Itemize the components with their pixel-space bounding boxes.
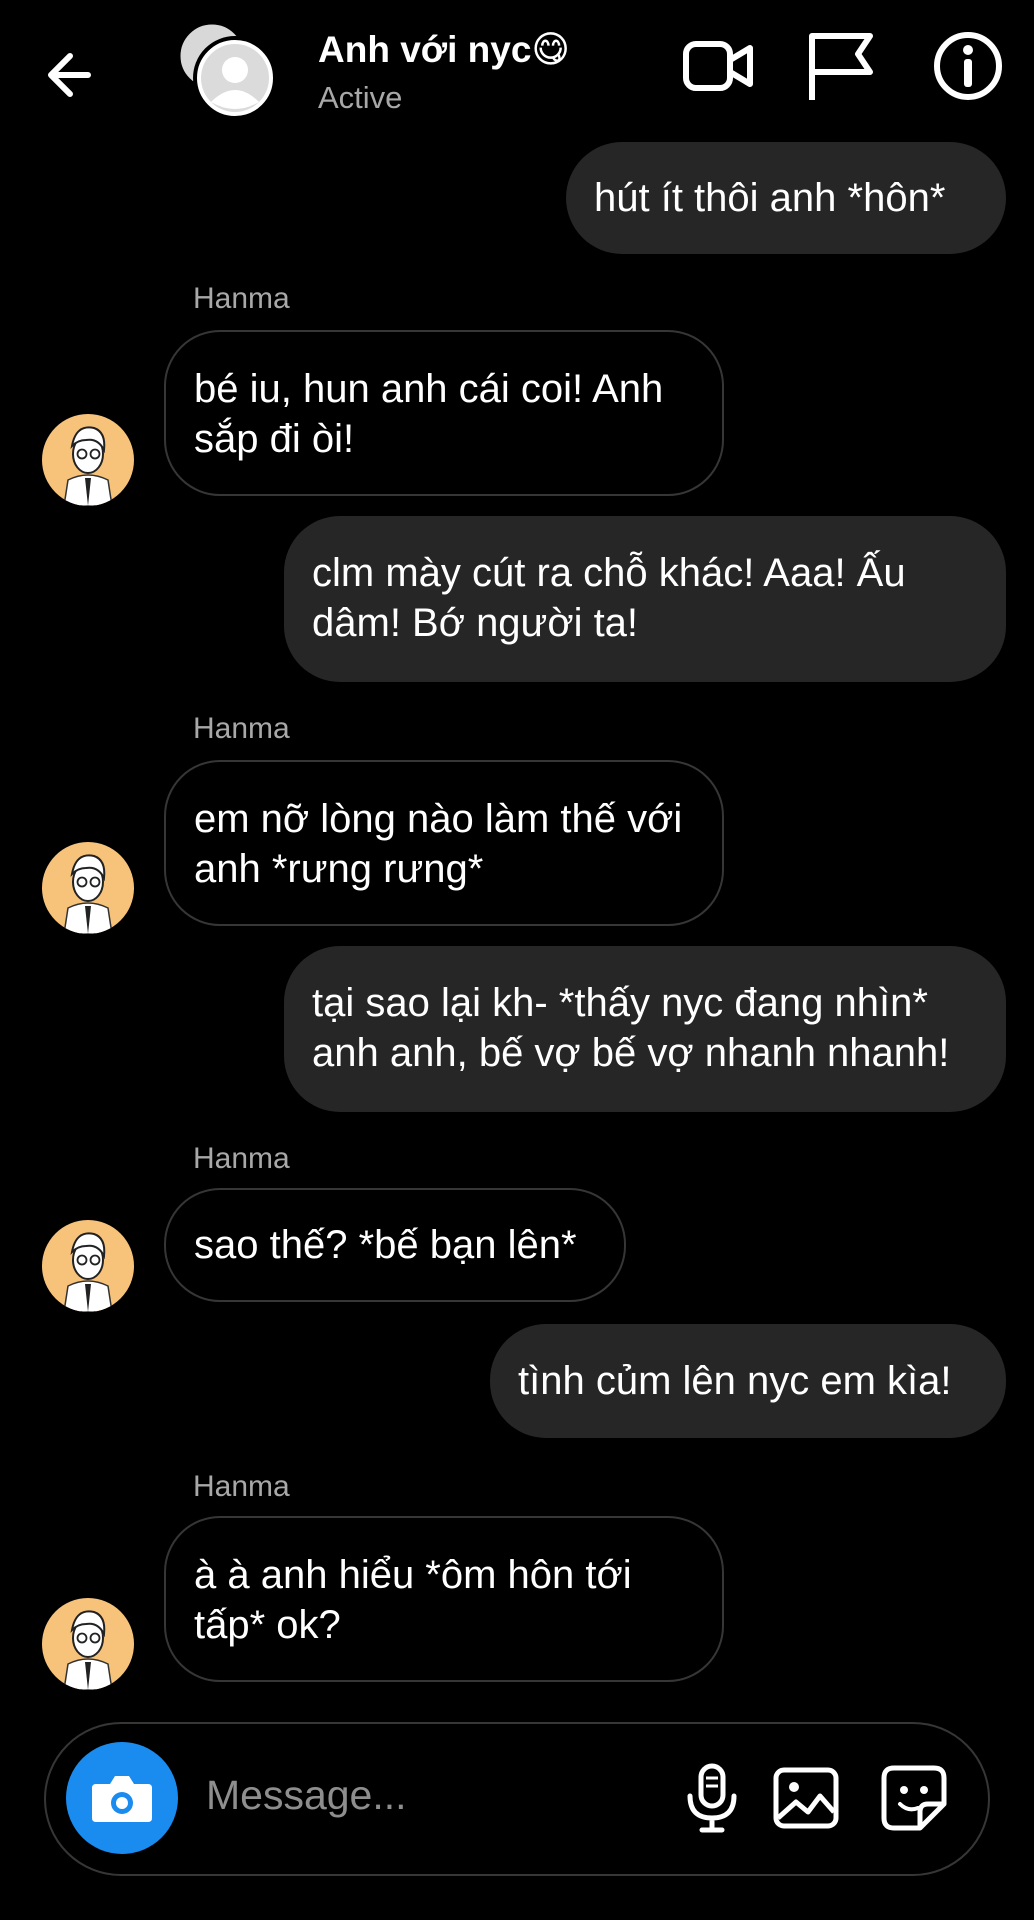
gallery-icon[interactable] — [768, 1760, 844, 1836]
incoming-message[interactable]: à à anh hiểu *ôm hôn tới tấp* ok? — [164, 1516, 724, 1682]
sender-name: Hanma — [193, 712, 290, 745]
outgoing-message[interactable]: clm mày cút ra chỗ khác! Aaa! Ấu dâm! Bớ… — [284, 516, 1006, 682]
sticker-icon[interactable] — [876, 1760, 952, 1836]
sender-name: Hanma — [193, 1470, 290, 1503]
message-input[interactable]: Message... — [206, 1772, 407, 1819]
flag-icon[interactable] — [802, 28, 878, 104]
chat-title[interactable]: Anh với nyc😋 — [318, 28, 570, 71]
info-icon[interactable] — [930, 28, 1006, 104]
outgoing-message[interactable]: tại sao lại kh- *thấy nyc đang nhìn* anh… — [284, 946, 1006, 1112]
active-status: Active — [318, 80, 403, 115]
avatar-icon — [42, 842, 134, 934]
sender-name: Hanma — [193, 1142, 290, 1175]
avatar[interactable] — [42, 842, 134, 934]
avatar[interactable] — [42, 1220, 134, 1312]
incoming-message[interactable]: em nỡ lòng nào làm thế với anh *rưng rưn… — [164, 760, 724, 926]
camera-button[interactable] — [66, 1742, 178, 1854]
microphone-icon[interactable] — [674, 1760, 750, 1836]
video-call-icon[interactable] — [680, 28, 756, 104]
outgoing-message[interactable]: tình củm lên nyc em kìa! — [490, 1324, 1006, 1438]
back-arrow-icon[interactable] — [38, 40, 108, 110]
avatar-icon — [42, 1220, 134, 1312]
avatar-icon — [42, 1598, 134, 1690]
sender-name: Hanma — [193, 282, 290, 315]
avatar[interactable] — [42, 414, 134, 506]
chat-header: Anh với nyc😋 Active — [0, 0, 1034, 140]
avatar[interactable] — [42, 1598, 134, 1690]
camera-icon — [92, 1776, 152, 1822]
incoming-message[interactable]: bé iu, hun anh cái coi! Anh sắp đi òi! — [164, 330, 724, 496]
outgoing-message[interactable]: hút ít thôi anh *hôn* — [566, 142, 1006, 254]
message-composer[interactable]: Message... — [44, 1722, 990, 1876]
avatar-icon — [42, 414, 134, 506]
group-avatar-icon[interactable] — [178, 22, 288, 122]
incoming-message[interactable]: sao thế? *bế bạn lên* — [164, 1188, 626, 1302]
